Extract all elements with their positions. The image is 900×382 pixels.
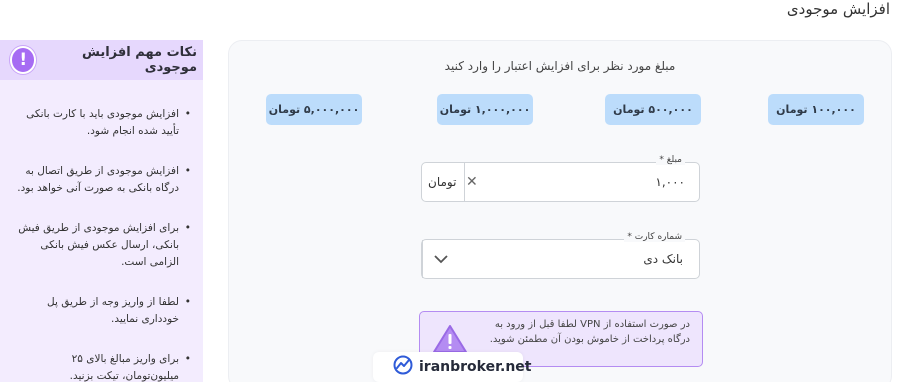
chevron-down-icon[interactable]: [422, 240, 458, 278]
page-title: افزایش موجودی: [786, 0, 890, 18]
tips-sidebar: نکات مهم افزایش موجودی ! افزایش موجودی ب…: [0, 40, 203, 382]
watermark: iranbroker.net: [373, 352, 531, 382]
warning-text: در صورت استفاده از VPN لطفا قبل از ورود …: [489, 319, 690, 345]
sidebar-header: نکات مهم افزایش موجودی !: [0, 40, 203, 80]
amount-option-5m[interactable]: ۵,۰۰۰,۰۰۰ تومان: [266, 94, 362, 125]
list-item: برای واریز مبالغ بالای ۲۵ میلیون‌تومان، …: [14, 351, 191, 382]
amount-option-1m[interactable]: ۱,۰۰۰,۰۰۰ تومان: [437, 94, 533, 125]
amount-field-label: مبلغ *: [656, 155, 685, 165]
card-heading: مبلغ مورد نظر برای افزایش اعتبار را وارد…: [444, 59, 676, 73]
close-icon[interactable]: ✕: [466, 174, 478, 190]
chart-logo-icon: [393, 355, 413, 379]
list-item: افزایش موجودی باید با کارت بانکی تأیید ش…: [14, 106, 191, 140]
card-select-value[interactable]: بانک دی: [643, 252, 683, 266]
amount-field[interactable]: مبلغ * ۱,۰۰۰ ✕ تومان: [421, 155, 700, 202]
card-select[interactable]: شماره کارت * بانک دی: [421, 232, 700, 279]
watermark-text: iranbroker.net: [419, 359, 532, 375]
list-item: برای افزایش موجودی از طریق فیش بانکی، ار…: [14, 220, 191, 271]
tips-list: افزایش موجودی باید با کارت بانکی تأیید ش…: [0, 80, 203, 382]
amount-input-value[interactable]: ۱,۰۰۰: [655, 175, 685, 189]
deposit-card: مبلغ مورد نظر برای افزایش اعتبار را وارد…: [228, 40, 892, 382]
amount-option-500k[interactable]: ۵۰۰,۰۰۰ تومان: [605, 94, 701, 125]
divider: [464, 163, 465, 201]
list-item: لطفا از واریز وجه از طریق پل خودداری نما…: [14, 294, 191, 328]
list-item: افزایش موجودی از طریق اتصال به درگاه بان…: [14, 163, 191, 197]
card-select-label: شماره کارت *: [624, 232, 685, 242]
info-icon: !: [10, 46, 37, 74]
unit-label: تومان: [428, 175, 457, 189]
amount-option-100k[interactable]: ۱۰۰,۰۰۰ تومان: [768, 94, 864, 125]
sidebar-title: نکات مهم افزایش موجودی: [81, 45, 197, 75]
